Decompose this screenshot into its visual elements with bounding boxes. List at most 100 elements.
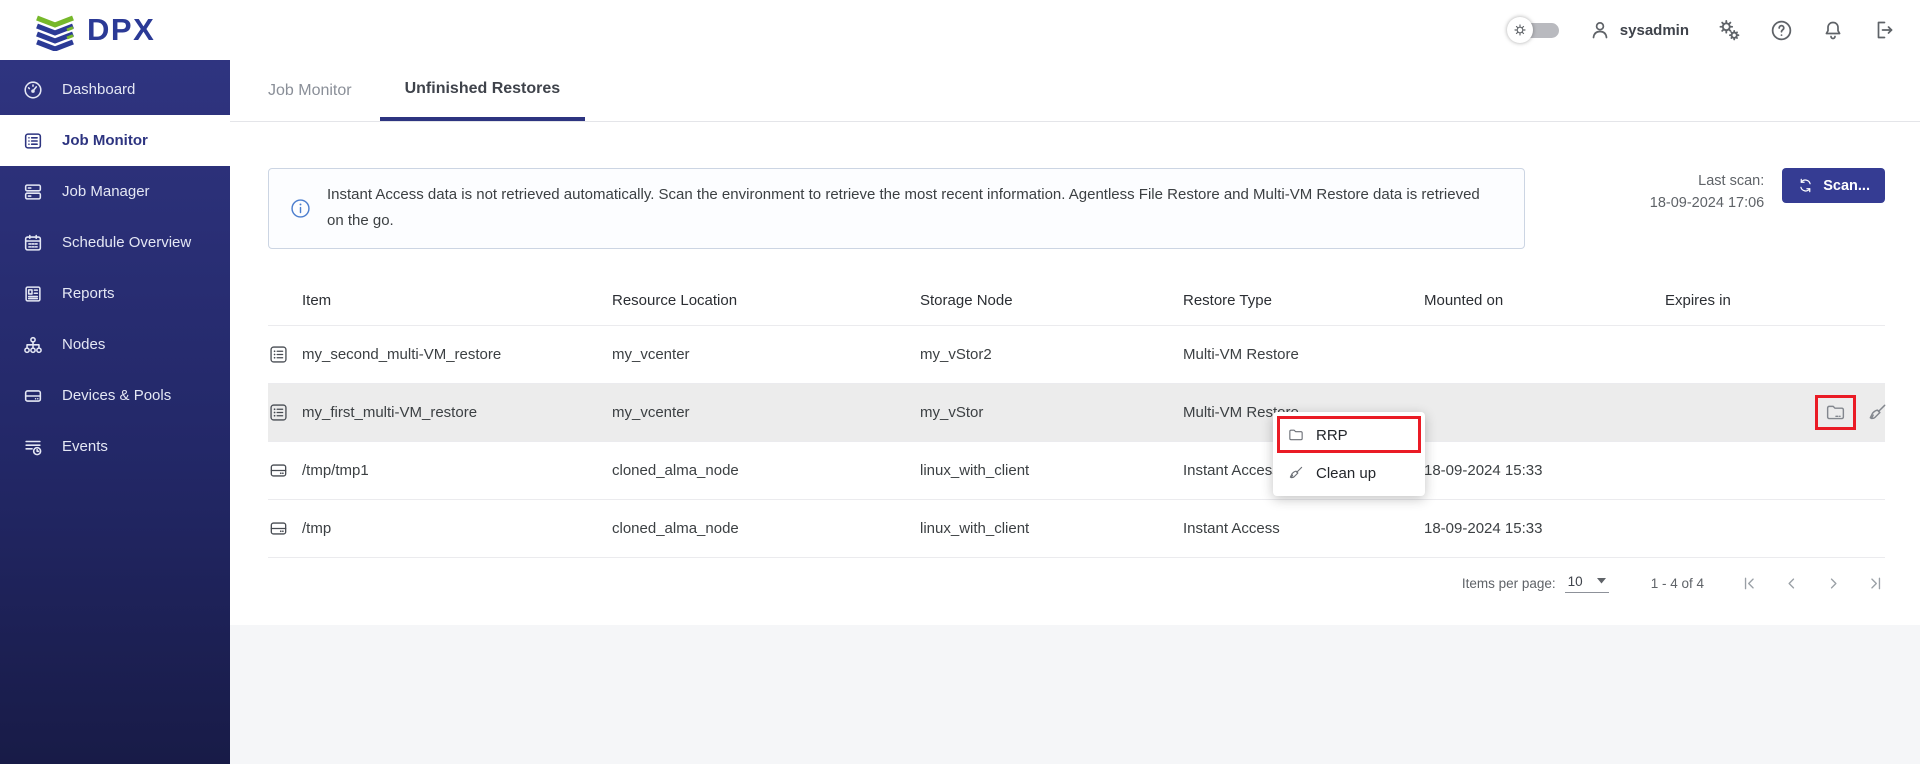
sidebar-item-events[interactable]: Events bbox=[0, 421, 230, 472]
chevron-right-icon bbox=[1824, 574, 1843, 593]
cell-mounted: 18-09-2024 15:33 bbox=[1424, 520, 1665, 537]
menu-item-rrp[interactable]: RRP bbox=[1273, 416, 1425, 454]
cell-resource: cloned_alma_node bbox=[612, 520, 920, 537]
job-manager-icon bbox=[21, 181, 45, 203]
cell-storage: my_vStor2 bbox=[920, 346, 1183, 363]
sidebar-item-job-manager[interactable]: Job Manager bbox=[0, 166, 230, 217]
gear-icon bbox=[1507, 17, 1533, 43]
topbar: DPX sysadmin bbox=[0, 0, 1920, 60]
last-page-button[interactable] bbox=[1866, 574, 1885, 593]
tabbar: Job Monitor Unfinished Restores bbox=[230, 60, 1920, 122]
disk-icon bbox=[268, 518, 302, 539]
content-sheet: Job Monitor Unfinished Restores Instant … bbox=[230, 60, 1920, 625]
dashboard-icon bbox=[21, 79, 45, 101]
scan-button[interactable]: Scan... bbox=[1782, 168, 1885, 203]
items-per-page-select[interactable]: 10 bbox=[1565, 574, 1609, 593]
vm-restore-icon bbox=[268, 344, 302, 365]
cell-restore-type: Multi-VM Restore bbox=[1183, 346, 1424, 363]
logout-icon bbox=[1872, 18, 1896, 42]
cell-item: /tmp/tmp1 bbox=[302, 462, 612, 479]
sidebar-item-label: Nodes bbox=[62, 336, 105, 353]
table-row[interactable]: my_second_multi-VM_restore my_vcenter my… bbox=[268, 325, 1885, 383]
pagination: Items per page: 10 1 - 4 of 4 bbox=[268, 557, 1885, 609]
settings-toggle[interactable] bbox=[1507, 17, 1561, 43]
last-scan-value: 18-09-2024 17:06 bbox=[1650, 192, 1765, 214]
drive-icon bbox=[21, 385, 45, 407]
manage-settings-button[interactable] bbox=[1716, 17, 1742, 43]
tab-job-monitor[interactable]: Job Monitor bbox=[268, 60, 380, 121]
cell-resource: cloned_alma_node bbox=[612, 462, 920, 479]
bell-icon bbox=[1821, 18, 1845, 42]
next-page-button[interactable] bbox=[1824, 574, 1843, 593]
column-header-item: Item bbox=[302, 292, 612, 309]
items-per-page-value: 10 bbox=[1568, 574, 1583, 589]
refresh-icon bbox=[1797, 177, 1814, 194]
last-scan: Last scan: 18-09-2024 17:06 bbox=[1650, 168, 1765, 215]
cell-storage: linux_with_client bbox=[920, 520, 1183, 537]
cell-storage: my_vStor bbox=[920, 404, 1183, 421]
last-scan-label: Last scan: bbox=[1650, 170, 1765, 192]
cell-item: my_first_multi-VM_restore bbox=[302, 404, 612, 421]
scan-button-label: Scan... bbox=[1823, 178, 1870, 194]
column-header-resource-location: Resource Location bbox=[612, 292, 920, 309]
column-header-expires-in: Expires in bbox=[1665, 292, 1815, 309]
menu-item-clean-up[interactable]: Clean up bbox=[1273, 454, 1425, 492]
sidebar-item-label: Job Manager bbox=[62, 183, 150, 200]
tab-unfinished-restores[interactable]: Unfinished Restores bbox=[380, 60, 586, 121]
cleanup-button[interactable] bbox=[1866, 401, 1889, 424]
sidebar-item-dashboard[interactable]: Dashboard bbox=[0, 64, 230, 115]
column-header-restore-type: Restore Type bbox=[1183, 292, 1424, 309]
sidebar-item-label: Events bbox=[62, 438, 108, 455]
last-page-icon bbox=[1866, 574, 1885, 593]
cell-storage: linux_with_client bbox=[920, 462, 1183, 479]
sidebar-item-reports[interactable]: Reports bbox=[0, 268, 230, 319]
cell-item: /tmp bbox=[302, 520, 612, 537]
sidebar-item-schedule-overview[interactable]: Schedule Overview bbox=[0, 217, 230, 268]
broom-icon bbox=[1287, 464, 1305, 482]
help-icon bbox=[1769, 18, 1794, 43]
page-range: 1 - 4 of 4 bbox=[1651, 576, 1704, 591]
cell-resource: my_vcenter bbox=[612, 404, 920, 421]
cell-item: my_second_multi-VM_restore bbox=[302, 346, 612, 363]
gears-icon bbox=[1716, 17, 1742, 43]
sidebar-item-label: Schedule Overview bbox=[62, 234, 191, 251]
table-row[interactable]: my_first_multi-VM_restore my_vcenter my_… bbox=[268, 383, 1885, 441]
notifications-button[interactable] bbox=[1821, 18, 1845, 42]
items-per-page-label: Items per page: bbox=[1462, 576, 1556, 591]
logout-button[interactable] bbox=[1872, 18, 1896, 42]
first-page-icon bbox=[1740, 574, 1759, 593]
menu-item-label: RRP bbox=[1316, 427, 1348, 444]
job-monitor-icon bbox=[21, 130, 45, 152]
sidebar-item-nodes[interactable]: Nodes bbox=[0, 319, 230, 370]
sidebar-item-label: Job Monitor bbox=[62, 132, 148, 149]
previous-page-button[interactable] bbox=[1782, 574, 1801, 593]
help-button[interactable] bbox=[1769, 18, 1794, 43]
menu-item-label: Clean up bbox=[1316, 465, 1376, 482]
banner-text: Instant Access data is not retrieved aut… bbox=[327, 182, 1497, 235]
first-page-button[interactable] bbox=[1740, 574, 1759, 593]
column-header-mounted-on: Mounted on bbox=[1424, 292, 1665, 309]
user-menu[interactable]: sysadmin bbox=[1588, 18, 1689, 42]
cell-resource: my_vcenter bbox=[612, 346, 920, 363]
folder-icon bbox=[1824, 401, 1847, 424]
username: sysadmin bbox=[1620, 22, 1689, 39]
sidebar-item-label: Reports bbox=[62, 285, 115, 302]
chevron-left-icon bbox=[1782, 574, 1801, 593]
sidebar-item-label: Dashboard bbox=[62, 81, 135, 98]
annotation-box bbox=[1815, 395, 1856, 430]
sidebar-item-job-monitor[interactable]: Job Monitor bbox=[0, 115, 230, 166]
rrp-folder-button[interactable] bbox=[1824, 401, 1847, 424]
main-area: Job Monitor Unfinished Restores Instant … bbox=[230, 60, 1920, 764]
nodes-icon bbox=[21, 334, 45, 356]
table-row[interactable]: /tmp cloned_alma_node linux_with_client … bbox=[268, 499, 1885, 557]
table-row[interactable]: /tmp/tmp1 cloned_alma_node linux_with_cl… bbox=[268, 441, 1885, 499]
sidebar-item-label: Devices & Pools bbox=[62, 387, 171, 404]
caret-down-icon bbox=[1597, 578, 1606, 584]
dpx-logo: DPX bbox=[0, 9, 155, 51]
cell-restore-type: Instant Access bbox=[1183, 520, 1424, 537]
sidebar-item-devices-pools[interactable]: Devices & Pools bbox=[0, 370, 230, 421]
context-menu: RRP Clean up bbox=[1273, 412, 1425, 496]
reports-icon bbox=[21, 283, 45, 305]
restores-table: Item Resource Location Storage Node Rest… bbox=[268, 276, 1885, 609]
column-header-storage-node: Storage Node bbox=[920, 292, 1183, 309]
